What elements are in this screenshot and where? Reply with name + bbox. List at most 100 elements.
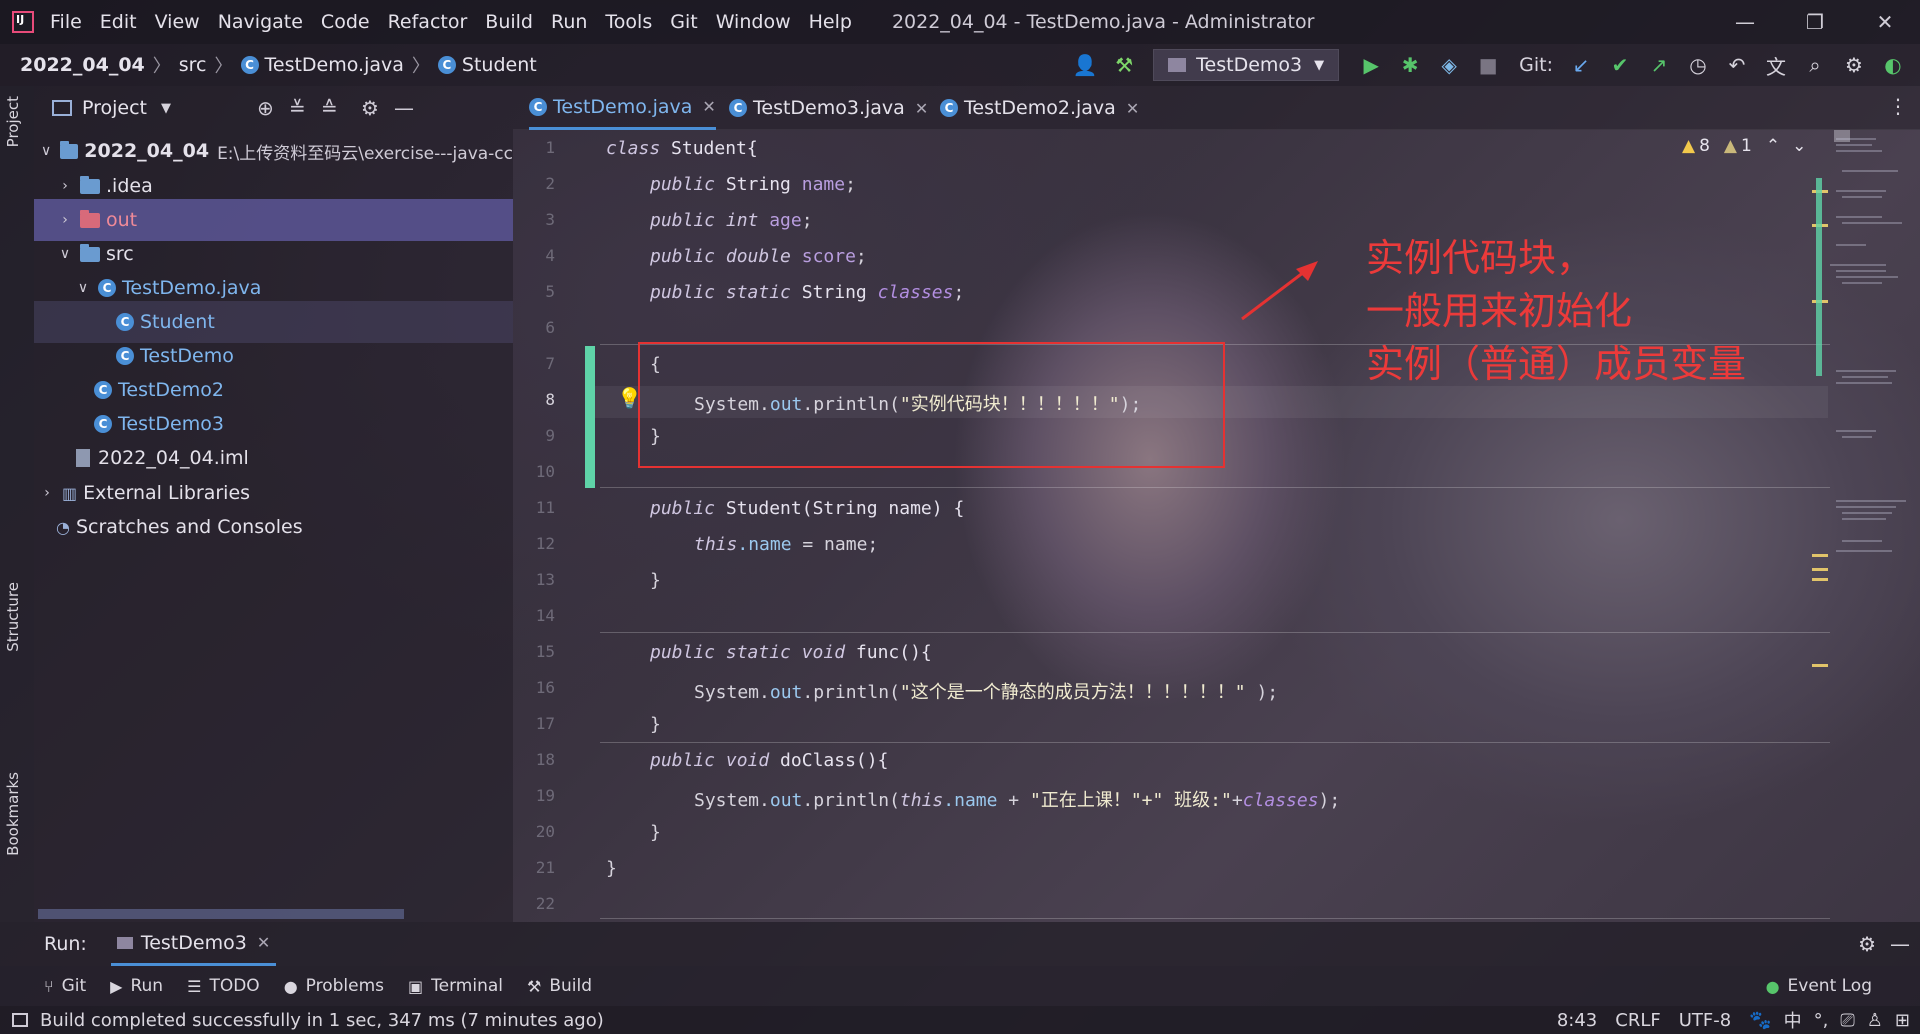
user-icon[interactable]: ♙ (1867, 1010, 1883, 1031)
locate-icon[interactable]: ⊕ (257, 96, 274, 120)
code-line-19[interactable]: System.out.println(this.name + "正在上课！"+"… (694, 786, 1340, 812)
run-tab-testdemo3[interactable]: TestDemo3 ✕ (110, 922, 277, 966)
project-tool-button[interactable]: Project (4, 96, 22, 147)
chevron-down-icon[interactable]: ⌄ (1792, 136, 1806, 156)
menu-git[interactable]: Git (670, 11, 697, 33)
line-separator[interactable]: CRLF (1615, 1010, 1660, 1031)
code-minimap[interactable] (1828, 130, 1920, 922)
code-line-15[interactable]: public static void func(){ (650, 642, 932, 663)
caret-position[interactable]: 8:43 (1557, 1010, 1597, 1031)
close-button[interactable]: ✕ (1850, 0, 1920, 44)
git-push-icon[interactable]: ↗ (1644, 50, 1674, 80)
file-encoding[interactable]: UTF-8 (1679, 1010, 1731, 1031)
gear-icon[interactable]: ⚙ (1839, 50, 1869, 80)
breadcrumb-class[interactable]: Student (462, 54, 537, 76)
breadcrumb-src[interactable]: src (179, 54, 207, 76)
tool-tab-problems[interactable]: ● Problems (284, 976, 384, 996)
code-line-16[interactable]: System.out.println("这个是一个静态的成员方法！！！！！！" … (694, 678, 1278, 704)
inspections-widget[interactable]: ▲ 8 ▲ 1 ⌃ ⌄ (1682, 136, 1806, 156)
code-line-13[interactable]: } (650, 570, 661, 591)
chevron-up-icon[interactable]: ⌃ (1766, 136, 1780, 156)
tool-tab-run[interactable]: ▶ Run (110, 976, 163, 996)
menu-window[interactable]: Window (716, 11, 791, 33)
menu-edit[interactable]: Edit (100, 11, 137, 33)
menu-code[interactable]: Code (321, 11, 370, 33)
status-message[interactable]: Build completed successfully in 1 sec, 3… (40, 1010, 604, 1031)
menu-navigate[interactable]: Navigate (218, 11, 303, 33)
tab-testdemo2-java[interactable]: C TestDemo2.java ✕ (940, 86, 1139, 130)
gear-icon[interactable]: ⚙ (1858, 932, 1876, 956)
ime-indicator[interactable]: 中 (1784, 1007, 1802, 1033)
scroll-marker[interactable] (1812, 554, 1828, 557)
code-line-3[interactable]: public int age; (650, 210, 813, 231)
code-line-11[interactable]: public Student(String name) { (650, 498, 964, 519)
more-tabs-icon[interactable]: ⋮ (1888, 94, 1908, 118)
chevron-down-icon[interactable]: ▼ (161, 101, 171, 116)
run-configuration-select[interactable]: TestDemo3 ▼ (1153, 49, 1340, 81)
menu-run[interactable]: Run (551, 11, 587, 33)
code-line-1[interactable]: class Student{ (606, 138, 758, 159)
code-line-18[interactable]: public void doClass(){ (650, 750, 888, 771)
debug-icon[interactable]: ✱ (1395, 50, 1425, 80)
collapse-all-icon[interactable]: ≙ (321, 96, 338, 120)
minimize-button[interactable]: — (1710, 0, 1780, 44)
close-icon[interactable]: ✕ (915, 99, 928, 118)
history-icon[interactable]: ◷ (1683, 50, 1713, 80)
tool-tab-git[interactable]: ⑂ Git (44, 976, 86, 996)
menu-view[interactable]: View (155, 11, 200, 33)
scroll-marker[interactable] (1812, 578, 1828, 581)
scroll-marker[interactable] (1812, 568, 1828, 571)
tree-item-scratches[interactable]: ◔ Scratches and Consoles (34, 506, 513, 548)
menu-refactor[interactable]: Refactor (388, 11, 468, 33)
hide-icon[interactable]: — (1890, 932, 1910, 956)
rollback-icon[interactable]: ↶ (1722, 50, 1752, 80)
code-line-5[interactable]: public static String classes; (650, 282, 964, 303)
event-log-button[interactable]: ● Event Log (1766, 976, 1872, 996)
close-icon[interactable]: ✕ (257, 933, 270, 952)
grid-icon[interactable]: ⊞ (1895, 1010, 1910, 1031)
tool-tab-terminal[interactable]: ▣ Terminal (408, 976, 503, 996)
menu-tools[interactable]: Tools (605, 11, 652, 33)
hide-icon[interactable]: — (394, 96, 414, 120)
scroll-marker[interactable] (1812, 664, 1828, 667)
restore-button[interactable]: ❐ (1780, 0, 1850, 44)
search-icon[interactable]: ⌕ (1800, 50, 1830, 80)
bookmarks-tool-button[interactable]: Bookmarks (4, 772, 22, 856)
stop-icon[interactable]: ■ (1473, 50, 1503, 80)
paw-icon[interactable]: 🐾 (1749, 1010, 1771, 1031)
user-icon[interactable]: 👤 (1070, 50, 1100, 80)
code-line-21[interactable]: } (606, 858, 617, 879)
breadcrumb-file[interactable]: TestDemo.java (265, 54, 404, 76)
menu-help[interactable]: Help (809, 11, 852, 33)
close-icon[interactable]: ✕ (1126, 99, 1139, 118)
structure-tool-button[interactable]: Structure (4, 582, 22, 652)
git-commit-icon[interactable]: ✔ (1605, 50, 1635, 80)
code-line-4[interactable]: public double score; (650, 246, 867, 267)
tool-tab-todo[interactable]: ☰ TODO (187, 976, 260, 996)
close-icon[interactable]: ✕ (702, 97, 715, 116)
screen-icon[interactable]: ⎚ (1840, 1010, 1854, 1031)
horizontal-scrollbar[interactable] (38, 909, 404, 919)
toggle-panels-icon[interactable] (12, 1013, 28, 1027)
code-line-2[interactable]: public String name; (650, 174, 856, 195)
tab-testdemo-java[interactable]: C TestDemo.java ✕ (529, 86, 716, 130)
code-line-12[interactable]: this.name = name; (694, 534, 878, 555)
plugin-icon[interactable]: ◐ (1878, 50, 1908, 80)
menu-file[interactable]: File (50, 11, 82, 33)
project-title[interactable]: Project (82, 97, 147, 119)
tab-testdemo3-java[interactable]: C TestDemo3.java ✕ (729, 86, 928, 130)
git-update-icon[interactable]: ↙ (1566, 50, 1596, 80)
gear-icon[interactable]: ⚙ (361, 96, 379, 120)
coverage-icon[interactable]: ◈ (1434, 50, 1464, 80)
status-bar: Build completed successfully in 1 sec, 3… (0, 1006, 1920, 1034)
expand-all-icon[interactable]: ≚ (289, 96, 306, 120)
code-line-20[interactable]: } (650, 822, 661, 843)
translate-icon[interactable]: 文 (1761, 50, 1791, 80)
run-icon[interactable]: ▶ (1356, 50, 1386, 80)
code-line-17[interactable]: } (650, 714, 661, 735)
breadcrumb-project[interactable]: 2022_04_04 (20, 54, 145, 76)
punctuation-icon[interactable]: °, (1814, 1010, 1829, 1031)
menu-build[interactable]: Build (485, 11, 533, 33)
build-hammer-icon[interactable]: ⚒ (1109, 50, 1139, 80)
tool-tab-build[interactable]: ⚒ Build (527, 976, 592, 996)
